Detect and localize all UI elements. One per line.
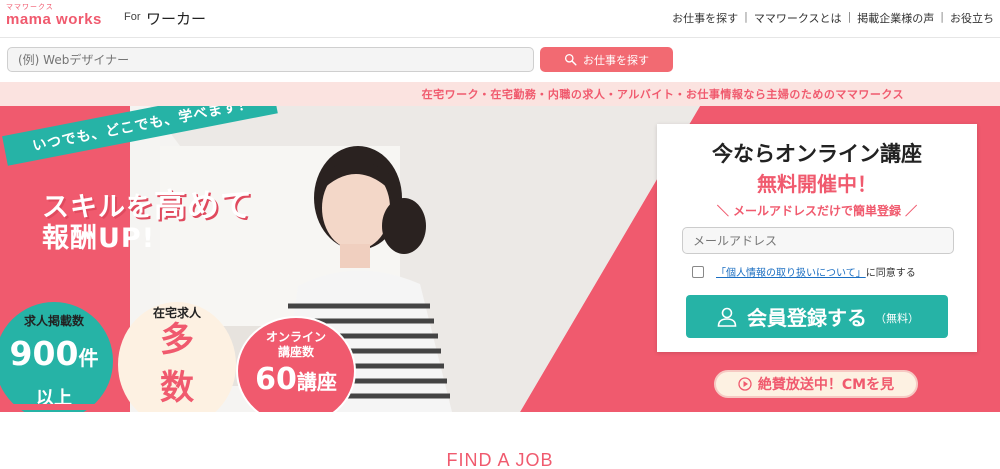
stat-remote-jobs: 在宅求人 多数 [118, 302, 236, 412]
register-button[interactable]: 会員登録する （無料） [686, 295, 948, 338]
card-free-label: 無料開催中！ [757, 172, 877, 196]
search-icon [564, 53, 577, 66]
stat-underline [4, 404, 124, 410]
headline-reward: 報酬 [42, 223, 98, 254]
search-button-label: お仕事を探す [583, 53, 649, 67]
logo-for-text: For [124, 11, 141, 23]
hero-headline-2: 報酬UP! [42, 216, 155, 255]
stat-remote-jobs-value: 多数 [160, 320, 194, 408]
stat-courses-value: 60講座 [255, 362, 337, 397]
headline-raise: 高めて [154, 186, 254, 224]
stat-job-count-value: 900件 [9, 334, 99, 373]
nav-about[interactable]: ママワークスとは [748, 10, 848, 26]
privacy-agreement: 「個人情報の取り扱いについて」 に同意する [692, 264, 916, 279]
cm-button-label: 絶賛放送中！CMを見 [757, 377, 895, 393]
privacy-suffix: に同意する [865, 268, 916, 279]
headline-up: UP! [98, 223, 156, 254]
logo-small-text: ママワークス [6, 3, 54, 11]
register-button-free: （無料） [875, 312, 919, 325]
search-button[interactable]: お仕事を探す [540, 47, 673, 72]
privacy-link[interactable]: 「個人情報の取り扱いについて」 [716, 264, 866, 279]
register-button-label: 会員登録する [747, 306, 867, 330]
main-nav: お仕事を探す | ママワークスとは | 掲載企業様の声 | お役立ち [666, 10, 1000, 26]
user-icon [717, 307, 737, 327]
search-row: お仕事を探す [0, 38, 1000, 82]
stat-job-count: 求人掲載数 900件 以上 [0, 302, 113, 412]
play-icon [738, 377, 752, 391]
tagline-text: 在宅ワーク・在宅勤務・内職の求人・アルバイト・お仕事情報なら主婦のためのママワー… [421, 88, 904, 101]
email-field[interactable] [682, 227, 954, 254]
search-input[interactable] [7, 47, 534, 72]
nav-useful[interactable]: お役立ち [944, 10, 1000, 26]
card-title: 今ならオンライン講座 [712, 142, 922, 166]
stat-courses: オンライン 講座数 60講座 [236, 316, 356, 412]
cm-button[interactable]: 絶賛放送中！CMを見 [714, 370, 918, 398]
stat-job-count-label: 求人掲載数 [23, 314, 84, 328]
logo-worker-text: ワーカー [146, 10, 207, 28]
site-header: ママワークス mama works For ワーカー お仕事を探す | ママワー… [0, 0, 1000, 38]
registration-card: 今ならオンライン講座 無料開催中！ ＼ メールアドレスだけで簡単登録 ／ 「個人… [657, 124, 977, 352]
nav-voices[interactable]: 掲載企業様の声 [851, 10, 940, 26]
card-note: ＼ メールアドレスだけで簡単登録 ／ [716, 204, 918, 218]
find-job-heading: FIND A JOB [446, 450, 554, 469]
logo[interactable]: ママワークス mama works [6, 3, 102, 28]
logo-main-text: mama works [6, 11, 102, 28]
tagline-strip: 在宅ワーク・在宅勤務・内職の求人・アルバイト・お仕事情報なら主婦のためのママワー… [0, 82, 1000, 106]
privacy-checkbox[interactable] [692, 265, 704, 278]
nav-find-job[interactable]: お仕事を探す [666, 10, 744, 26]
hero-banner: いつでも、どこでも、学べます！ スキルを高めて 報酬UP! 求人掲載数 900件… [0, 106, 1000, 412]
stat-courses-label: オンライン 講座数 [265, 330, 326, 359]
